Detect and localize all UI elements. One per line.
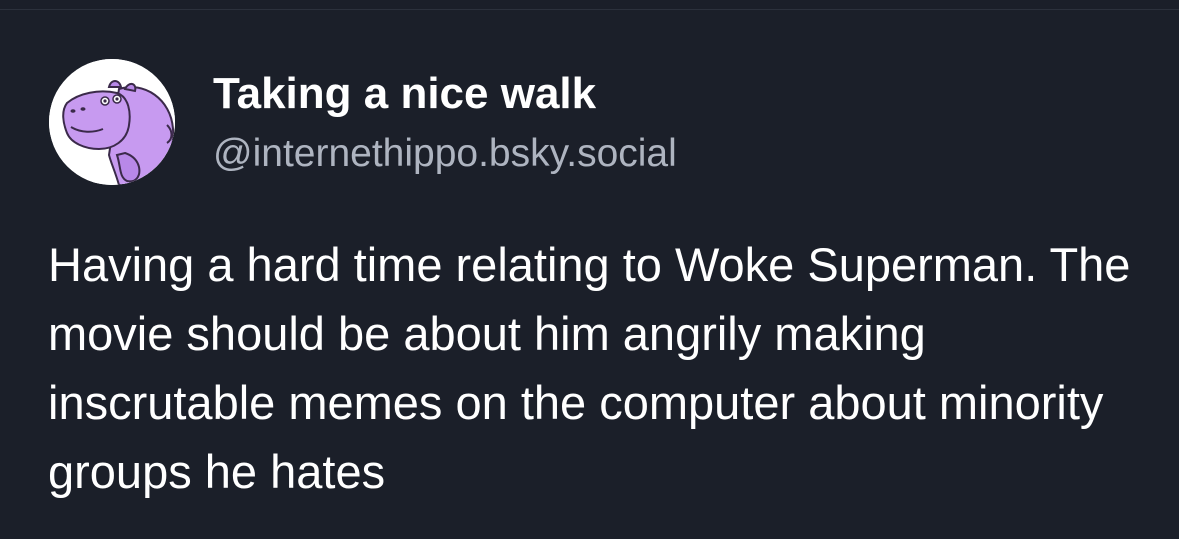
author-display-name[interactable]: Taking a nice walk <box>213 68 596 120</box>
post-screenshot: Taking a nice walk @internethippo.bsky.s… <box>0 0 1179 539</box>
divider <box>0 9 1179 10</box>
hippo-avatar-icon <box>49 59 175 185</box>
avatar[interactable] <box>49 59 175 185</box>
post-text: Having a hard time relating to Woke Supe… <box>48 238 1131 498</box>
author-handle[interactable]: @internethippo.bsky.social <box>213 130 677 178</box>
